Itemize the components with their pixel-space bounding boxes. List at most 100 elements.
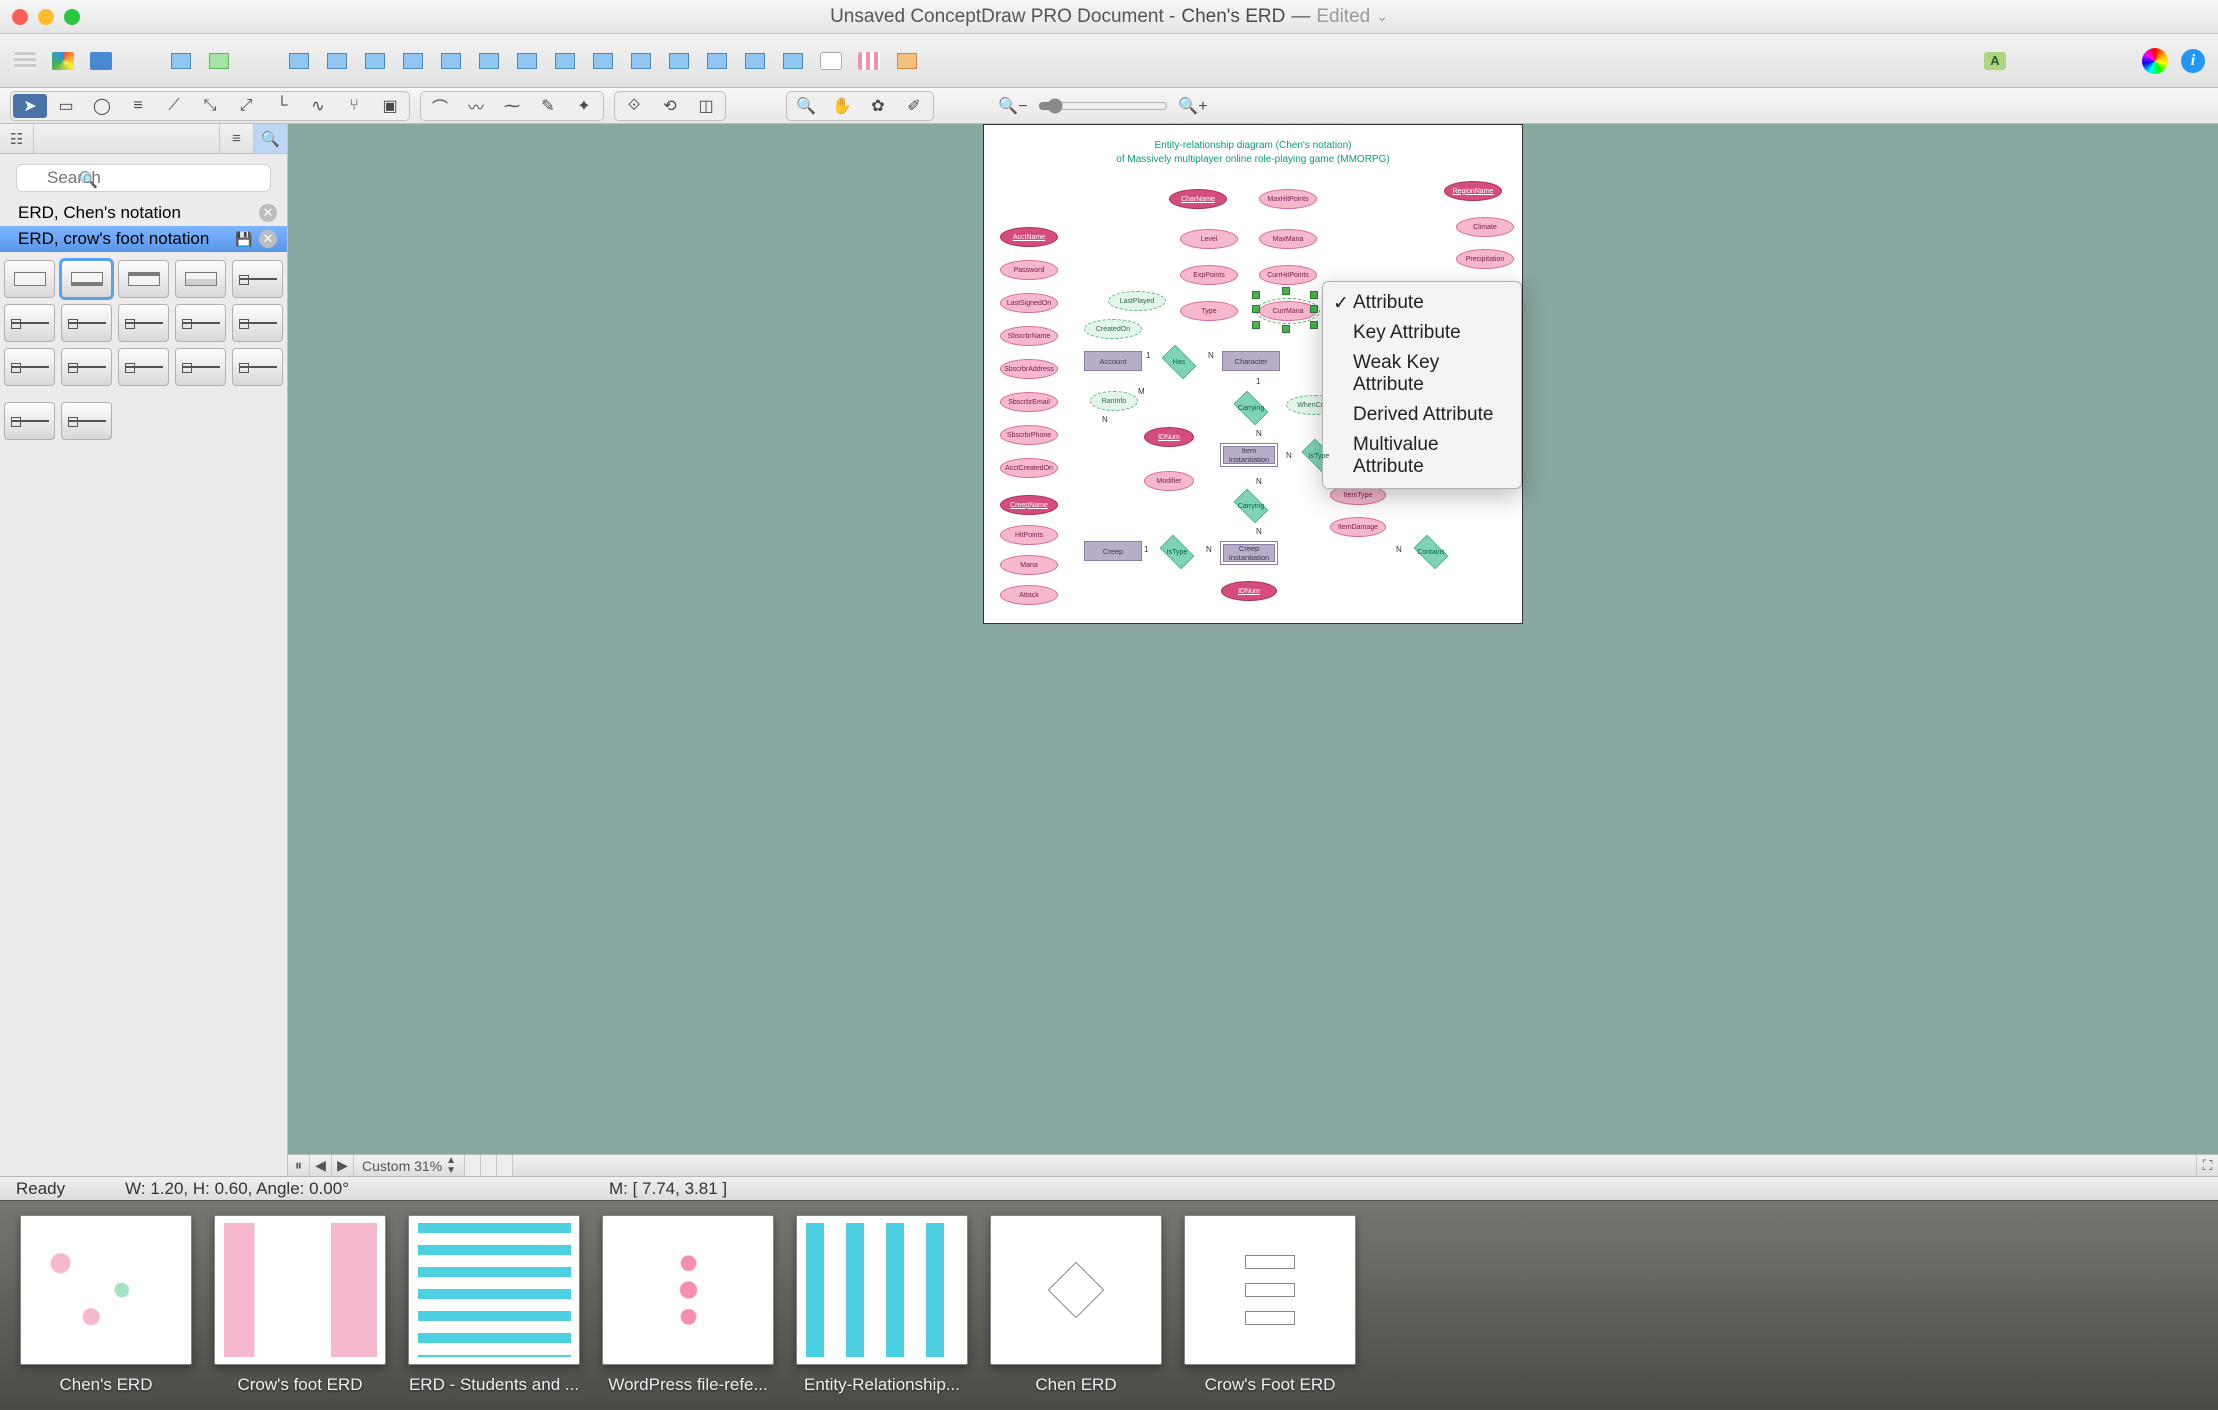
color-palette-icon[interactable] <box>48 46 78 76</box>
smart-connector-tool[interactable]: ⤢ <box>229 94 263 118</box>
snap-guides-icon[interactable] <box>892 46 922 76</box>
ctx-multivalue-attribute[interactable]: Multivalue Attribute <box>1323 430 1521 482</box>
page-thumb-1[interactable] <box>465 1155 481 1176</box>
next-page-icon[interactable]: ▶ <box>332 1155 354 1176</box>
ungroup-icon[interactable] <box>664 46 694 76</box>
tree-layout-icon[interactable] <box>166 46 196 76</box>
stencil-relation-one-one[interactable] <box>61 304 112 342</box>
list-tab-icon[interactable]: ≡ <box>219 124 253 153</box>
attr-maxmana[interactable]: MaxMana <box>1259 229 1317 249</box>
attr-hitpoints[interactable]: HitPoints <box>1000 525 1058 545</box>
attr-regionname[interactable]: RegionName <box>1444 181 1502 201</box>
page-thumb-3[interactable] <box>497 1155 513 1176</box>
attr-acctcreatedon[interactable]: AcctCreatedOn <box>1000 458 1058 478</box>
rotate-tool[interactable]: ⟲ <box>653 94 687 118</box>
group-icon[interactable] <box>626 46 656 76</box>
rel-has[interactable]: Has <box>1158 349 1200 375</box>
drawing-canvas[interactable]: Entity-relationship diagram (Chen's nota… <box>983 124 1523 624</box>
attr-sbscrbraddr[interactable]: SbscrbrAddress <box>1000 359 1058 379</box>
color-picker-icon[interactable] <box>2140 46 2170 76</box>
entity-account[interactable]: Account <box>1084 351 1142 371</box>
branch-tool[interactable]: ⑂ <box>337 94 371 118</box>
chain-horizontal-icon[interactable] <box>284 46 314 76</box>
close-library-icon[interactable]: ✕ <box>259 204 277 222</box>
connector-tool[interactable]: ⤡ <box>193 94 227 118</box>
attr-password[interactable]: Password <box>1000 260 1058 280</box>
selection-handles[interactable] <box>1254 293 1314 337</box>
attr-currhp[interactable]: CurrHitPoints <box>1259 265 1317 285</box>
entity-creep[interactable]: Creep <box>1084 541 1142 561</box>
template-chens-erd[interactable]: Chen's ERD <box>20 1215 192 1395</box>
attr-lastsignedon[interactable]: LastSignedOn <box>1000 293 1058 313</box>
attr-sbscrbrname[interactable]: SbscrbrName <box>1000 326 1058 346</box>
attr-creepname[interactable]: CreepName <box>1000 495 1058 515</box>
text-format-icon[interactable]: A <box>1980 46 2010 76</box>
shape-ops-tool[interactable]: ◫ <box>689 94 723 118</box>
template-wordpress[interactable]: WordPress file-refe... <box>602 1215 774 1395</box>
prev-page-icon[interactable]: ◀ <box>310 1155 332 1176</box>
maximize-icon[interactable] <box>64 9 80 25</box>
attr-idnum2[interactable]: IDNum <box>1221 581 1277 601</box>
text-tool[interactable]: ≡ <box>121 94 155 118</box>
stencil-entity-1[interactable] <box>4 260 55 298</box>
stencil-relation-zero-one[interactable] <box>118 304 169 342</box>
layer-front-icon[interactable] <box>512 46 542 76</box>
attr-maxhp[interactable]: MaxHitPoints <box>1259 189 1317 209</box>
chevron-down-icon[interactable]: ⌄ <box>1376 8 1388 25</box>
stencil-relation-many[interactable] <box>175 304 226 342</box>
stencil-relation-one[interactable] <box>4 304 55 342</box>
stencil-relation-b[interactable] <box>61 348 112 386</box>
pause-icon[interactable]: ⏸ <box>288 1155 310 1176</box>
distribute-icon[interactable] <box>588 46 618 76</box>
attr-acctname[interactable]: AcctName <box>1000 227 1058 247</box>
stencil-relation-e[interactable] <box>232 348 283 386</box>
library-search-input[interactable] <box>16 164 271 192</box>
stencil-relation-g[interactable] <box>61 402 112 440</box>
template-gallery[interactable]: Chen's ERD Crow's foot ERD ERD - Student… <box>0 1200 2218 1410</box>
arc-tool[interactable]: ⌒ <box>423 94 457 118</box>
save-library-icon[interactable]: 💾 <box>235 230 253 248</box>
stencil-relation-one-many[interactable] <box>232 304 283 342</box>
spline-tool[interactable]: ⁓ <box>495 94 529 118</box>
ctx-key-attribute[interactable]: Key Attribute <box>1323 318 1521 348</box>
attr-raninfo[interactable]: RanInfo <box>1090 391 1138 411</box>
attr-modifier[interactable]: Modifier <box>1144 471 1194 491</box>
stencil-relation-d[interactable] <box>175 348 226 386</box>
chain-right-icon[interactable] <box>398 46 428 76</box>
page-thumb-2[interactable] <box>481 1155 497 1176</box>
zoom-tool[interactable]: 🔍 <box>789 94 823 118</box>
ctx-attribute[interactable]: Attribute <box>1323 288 1521 318</box>
fit-page-icon[interactable]: ⛶ <box>2196 1155 2218 1176</box>
rel-istype-creep[interactable]: IsType <box>1156 539 1198 565</box>
attr-climate[interactable]: Climate <box>1456 217 1514 237</box>
template-crowfoot-erd[interactable]: Crow's foot ERD <box>214 1215 386 1395</box>
elbow-tool[interactable]: └ <box>265 94 299 118</box>
ctx-derived-attribute[interactable]: Derived Attribute <box>1323 400 1521 430</box>
entity-creepinst[interactable]: Creep Instantiation <box>1220 541 1278 565</box>
stencil-entity-3[interactable] <box>118 260 169 298</box>
zoom-slider[interactable] <box>1038 98 1168 114</box>
template-chen-erd-2[interactable]: Chen ERD <box>990 1215 1162 1395</box>
entity-iteminst[interactable]: Item Instantiation <box>1220 443 1278 467</box>
search-tab-icon[interactable]: 🔍 <box>253 124 287 153</box>
ellipse-tool[interactable]: ◯ <box>85 94 119 118</box>
stepper-icon[interactable]: ▲▼ <box>446 1156 456 1176</box>
pointer-tool[interactable]: ➤ <box>13 94 47 118</box>
rectangle-tool[interactable]: ▭ <box>49 94 83 118</box>
attr-sbscrbremail[interactable]: SbscrbrEmail <box>1000 392 1058 412</box>
minimize-icon[interactable] <box>38 9 54 25</box>
rel-contains[interactable]: Contains <box>1410 539 1452 565</box>
attr-sbscrbrphone[interactable]: SbscrbrPhone <box>1000 425 1058 445</box>
attr-precip[interactable]: Precipitation <box>1456 249 1514 269</box>
close-library-icon[interactable]: ✕ <box>259 230 277 248</box>
chain-vertical-icon[interactable] <box>322 46 352 76</box>
attr-idnum[interactable]: IDNum <box>1144 427 1194 447</box>
eyedropper-tool[interactable]: ✐ <box>897 94 931 118</box>
curve-tool[interactable]: ∿ <box>301 94 335 118</box>
template-entity-relationship[interactable]: Entity-Relationship... <box>796 1215 968 1395</box>
library-item-crowfoot[interactable]: ERD, crow's foot notation 💾 ✕ <box>0 226 287 252</box>
grid-view-icon[interactable] <box>10 46 40 76</box>
insert-image-tool[interactable]: ▣ <box>373 94 407 118</box>
template-crowfoot-erd-2[interactable]: Crow's Foot ERD <box>1184 1215 1356 1395</box>
hierarchy-icon[interactable] <box>204 46 234 76</box>
